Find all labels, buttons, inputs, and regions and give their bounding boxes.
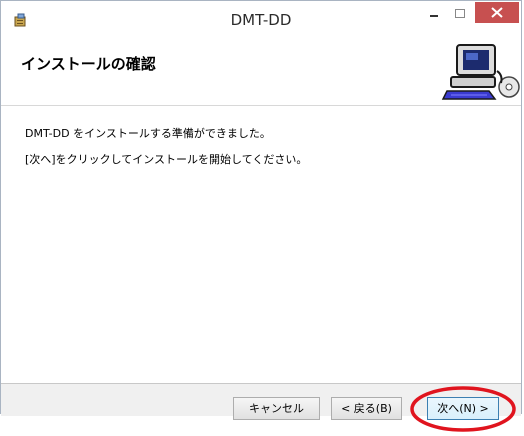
- installer-window: DMT-DD インストールの確認 DMT-DD をインストールする準備ができまし…: [0, 0, 522, 420]
- page-title: インストールの確認: [21, 55, 156, 73]
- title-bar[interactable]: DMT-DD: [1, 1, 521, 39]
- cancel-button[interactable]: キャンセル: [233, 397, 320, 420]
- maximize-button[interactable]: [447, 5, 473, 23]
- minimize-button[interactable]: [421, 5, 447, 23]
- close-icon: [491, 7, 503, 18]
- close-button[interactable]: [475, 2, 519, 23]
- next-button[interactable]: 次へ(N) >: [427, 397, 499, 420]
- instruction-message: [次へ]をクリックしてインストールを開始してください。: [25, 153, 308, 166]
- computer-install-icon: [437, 41, 521, 103]
- wizard-header: インストールの確認: [1, 39, 521, 106]
- ready-message: DMT-DD をインストールする準備ができました。: [25, 127, 271, 140]
- wizard-footer: キャンセル < 戻る(B) 次へ(N) >: [1, 383, 521, 420]
- back-button[interactable]: < 戻る(B): [331, 397, 402, 420]
- wizard-content: DMT-DD をインストールする準備ができました。 [次へ]をクリックしてインス…: [1, 106, 521, 383]
